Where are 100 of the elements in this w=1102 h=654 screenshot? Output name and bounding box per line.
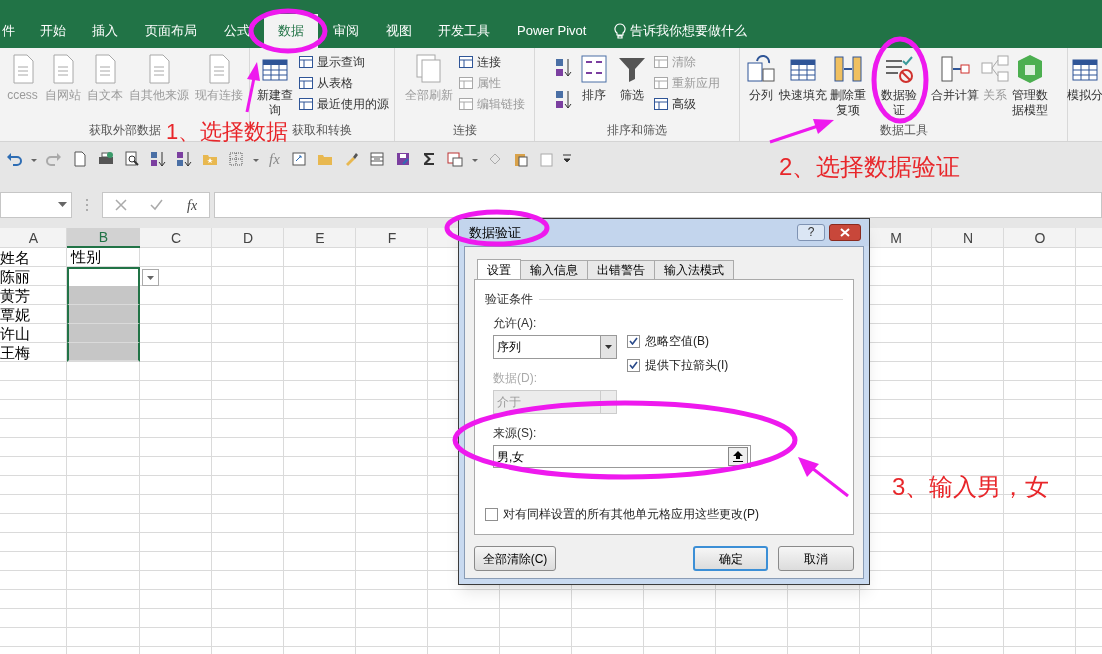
dialog-button[interactable]: 确定	[693, 546, 768, 571]
close-button[interactable]	[829, 224, 861, 241]
ribbon-tab[interactable]: 数据	[264, 14, 318, 48]
upload-arrow-icon	[733, 451, 743, 462]
ribbon-button[interactable]: 模拟分	[1066, 53, 1102, 103]
ribbon-button[interactable]: 显示查询	[297, 53, 389, 71]
annotation-text: 2、选择数据验证	[779, 152, 961, 182]
ribbon-button[interactable]: 快速填充	[778, 53, 828, 103]
checkbox[interactable]	[627, 334, 640, 348]
source-field[interactable]: 男,女	[493, 445, 751, 468]
sort-ascending-icon[interactable]	[150, 151, 166, 167]
cancel-icon	[114, 199, 127, 211]
ribbon-button[interactable]: 新建查询	[255, 53, 294, 118]
window-title: 数据验证	[469, 223, 522, 242]
dropdown-button[interactable]	[142, 269, 159, 286]
column-header[interactable]: F	[356, 228, 428, 248]
ribbon-tab[interactable]: 审阅	[319, 14, 373, 48]
dialog-tab[interactable]: 输入法模式	[654, 260, 734, 279]
close-icon	[840, 228, 850, 237]
border-icon[interactable]	[228, 151, 244, 167]
merge-icon	[939, 53, 971, 85]
ribbon-tab[interactable]: Power Pivot	[503, 14, 601, 48]
ribbon-button[interactable]: 合并计算	[930, 53, 980, 103]
insert-function-button[interactable]: fx	[187, 194, 198, 216]
ribbon-button[interactable]: 分列	[744, 53, 778, 103]
magnifier-icon[interactable]	[124, 151, 140, 167]
table-cell-text: 陈丽	[0, 267, 31, 286]
selected-cell[interactable]	[67, 343, 140, 362]
table-cell-text: 许山	[0, 324, 31, 343]
table-cell-text: 王梅	[0, 343, 31, 362]
ribbon-button[interactable]: 从表格	[297, 74, 389, 92]
ribbon-button[interactable]: 筛选	[614, 53, 649, 103]
ribbon-button[interactable]: 连接	[458, 53, 525, 71]
column-header[interactable]: O	[1004, 228, 1076, 248]
section-label: 验证条件	[485, 291, 533, 308]
caret-icon	[605, 345, 612, 349]
annotation-arrow	[769, 119, 834, 144]
caret-icon	[58, 202, 67, 208]
dropdown-field[interactable]: 序列	[493, 335, 617, 359]
checkbox-label: 忽略空值(B)	[645, 333, 709, 350]
sort-icon[interactable]	[554, 57, 573, 79]
ribbon-button[interactable]: 数据验证	[880, 53, 918, 118]
checkbox[interactable]	[627, 358, 640, 372]
ribbon-tab[interactable]: 页面布局	[131, 14, 211, 48]
ribbon-button[interactable]: 删除重复项	[828, 53, 868, 118]
split-columns-icon	[745, 53, 777, 85]
group-label: 排序和筛选	[607, 122, 667, 138]
checkbox[interactable]	[485, 507, 498, 521]
sort-icon[interactable]	[554, 89, 573, 111]
group-label: 获取和转换	[292, 122, 352, 138]
ribbon-tab[interactable]: 开发工具	[425, 14, 503, 48]
column-header[interactable]: B	[67, 228, 140, 248]
table-cell-text: 黄芳	[0, 286, 31, 305]
ribbon-button[interactable]: 高级	[652, 95, 720, 113]
column-header[interactable]: A	[0, 228, 67, 248]
column-header[interactable]: C	[140, 228, 212, 248]
form-icon[interactable]	[368, 151, 385, 167]
ribbon-button[interactable]: 排序	[576, 53, 611, 103]
table-cell-text: 姓名	[0, 248, 31, 267]
annotation-text: 3、输入男，女	[892, 472, 1050, 502]
dialog-tab[interactable]: 设置	[477, 259, 521, 280]
column-header[interactable]: N	[932, 228, 1004, 248]
save-icon[interactable]	[394, 151, 411, 167]
undo-icon[interactable]	[6, 151, 22, 167]
field-label: 来源(S):	[493, 425, 538, 442]
dialog-button[interactable]: 全部清除(C)	[474, 546, 556, 571]
ribbon-tab[interactable]: 件	[0, 14, 27, 48]
group-label: 连接	[452, 122, 477, 138]
columns-icon	[832, 53, 864, 85]
checkbox-label: 提供下拉箭头(I)	[645, 357, 729, 374]
column-header[interactable]: D	[212, 228, 284, 248]
ribbon-button[interactable]: 最近使用的源	[297, 95, 389, 113]
dialog-tab[interactable]: 出错警告	[587, 260, 655, 279]
column-header[interactable]: E	[284, 228, 356, 248]
help-button[interactable]: ?	[797, 224, 825, 241]
lightbulb-icon	[614, 23, 627, 39]
selected-cell[interactable]	[67, 324, 140, 343]
tell-me-field[interactable]: 告诉我你想要做什么	[630, 21, 748, 41]
selected-cell[interactable]	[67, 286, 140, 305]
ribbon-button[interactable]: 管理数据模型	[1010, 53, 1050, 118]
document-icon[interactable]	[72, 151, 88, 167]
printer-icon[interactable]	[98, 151, 114, 167]
ribbon-tab[interactable]: 插入	[79, 14, 131, 48]
dialog-button[interactable]: 取消	[778, 546, 854, 571]
sort-descending-icon[interactable]	[176, 151, 192, 167]
field-label: 允许(A):	[493, 315, 538, 332]
field-label: 数据(D):	[493, 370, 538, 387]
caret-icon	[147, 275, 154, 280]
collapse-button[interactable]	[728, 447, 748, 466]
annotation-text: 1、选择数据	[166, 118, 289, 146]
table-cell-text: 覃妮	[0, 305, 31, 324]
group-label: 获取外部数据	[88, 122, 161, 138]
check-icon	[150, 199, 164, 211]
selected-cell[interactable]	[67, 305, 140, 324]
dialog-tab[interactable]: 输入信息	[520, 260, 588, 279]
ribbon-tab[interactable]: 开始	[27, 14, 79, 48]
relationship-icon	[979, 53, 1011, 85]
formula-input[interactable]	[214, 192, 1102, 218]
table-cell-text: 性别	[69, 248, 102, 267]
ribbon-tab[interactable]: 视图	[373, 14, 425, 48]
